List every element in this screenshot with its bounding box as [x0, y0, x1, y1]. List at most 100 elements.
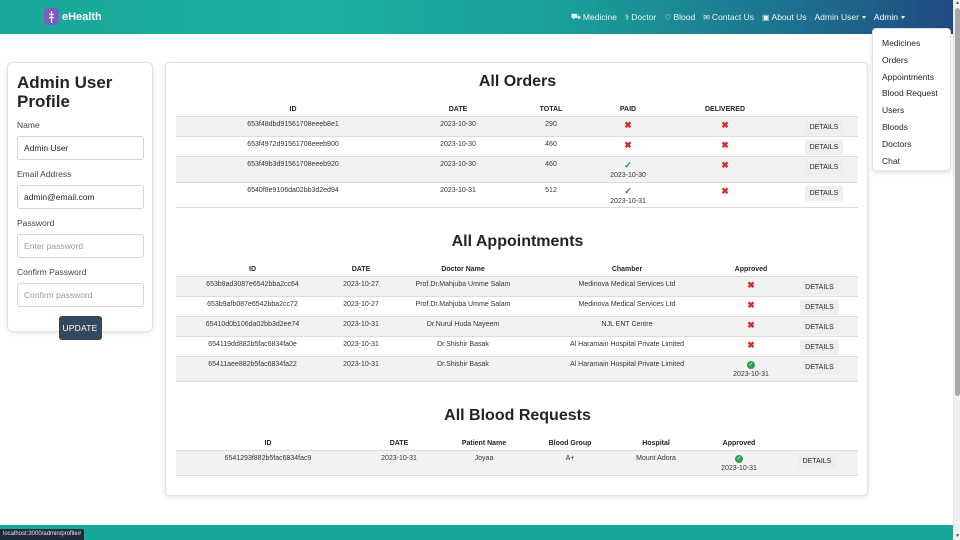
email-label: Email Address — [17, 169, 72, 179]
appointment-date: 2023-10-31 — [343, 361, 379, 368]
appointments-header-chamber: Chamber — [611, 265, 643, 273]
scroll-up-arrow-icon[interactable]: ▲ — [955, 1, 960, 6]
menu-item-appointments[interactable]: Appointments — [873, 69, 950, 86]
details-button[interactable]: DETAILS — [800, 340, 839, 355]
x-icon: ✖ — [721, 186, 729, 196]
appointment-action-cell: DETAILS — [781, 317, 858, 335]
appointment-id: 653b9ad3087e6542bba2cc64 — [206, 281, 299, 288]
order-paid-status-cell: ✖ — [596, 117, 660, 130]
appointments-header-row: ID DATE Doctor Name Chamber Approved — [176, 262, 858, 276]
menu-item-doctors[interactable]: Doctors — [873, 136, 950, 153]
details-button[interactable]: DETAILS — [800, 280, 839, 295]
order-action-cell: DETAILS — [790, 117, 858, 135]
nav-link-blood-label: Blood — [673, 12, 696, 22]
nav-link-medicine-label: Medicine — [582, 12, 617, 22]
table-row: 6540f8e9106da02bb3d2ed94 2023-10-31 512 ✓ 20… — [176, 182, 858, 208]
x-icon: ✖ — [721, 120, 729, 130]
truck-medical-icon: ⛟ — [570, 12, 581, 21]
appointment-id: 65410d0b106da02bb3d2ee74 — [205, 321, 300, 328]
blood-header-patient: Patient Name — [461, 439, 507, 447]
navbar: eHealth ⛟ Medicine ⚕ Doctor ♡ Blood ✉ Contac… — [0, 0, 953, 34]
update-button[interactable]: UPDATE — [58, 316, 102, 340]
admin-user-dropdown[interactable]: Admin User — [815, 12, 866, 22]
details-button[interactable]: DETAILS — [800, 320, 839, 335]
orders-header-total: TOTAL — [539, 105, 563, 113]
nav-links: ⛟ Medicine ⚕ Doctor ♡ Blood ✉ Contact Us ▣ Ab… — [571, 0, 905, 34]
table-row: 653f4972d91561708eeeb900 2023-10-30 460 ✖ ✖ D… — [176, 136, 858, 156]
order-total: 460 — [545, 161, 557, 168]
table-row: 6541293f882b5fac6834fac9 2023-10-31 Joyaa A… — [176, 450, 858, 476]
order-paid-status-cell: ✖ — [596, 137, 660, 150]
x-icon: ✖ — [624, 120, 632, 130]
x-icon: ✖ — [721, 160, 729, 170]
scroll-down-arrow-icon[interactable]: ▼ — [955, 534, 960, 539]
admin-dropdown[interactable]: Admin — [874, 12, 905, 22]
table-row: 65410d0b106da02bb3d2ee74 2023-10-31 Dr.Nur… — [176, 316, 858, 336]
details-button[interactable]: DETAILS — [804, 120, 844, 135]
blood-header-approved: Approved — [722, 439, 756, 447]
nav-link-doctor-label: Doctor — [631, 12, 657, 22]
admin-dropdown-menu: Medicines Orders Appointments Blood Requ… — [872, 28, 951, 171]
menu-item-blood-request[interactable]: Blood Request — [873, 85, 950, 102]
menu-item-bloods[interactable]: Bloods — [873, 119, 950, 136]
brand[interactable]: eHealth — [44, 8, 102, 25]
confirm-password-field[interactable]: Confirm password — [17, 283, 144, 307]
admin-label: Admin — [873, 12, 898, 22]
details-button[interactable]: DETAILS — [800, 300, 839, 315]
details-button[interactable]: DETAILS — [804, 186, 844, 201]
menu-item-chat[interactable]: Chat — [873, 153, 950, 170]
table-row: 653f48dbd91561708eeeb8e1 2023-10-30 290 ✖ ✖ D… — [176, 116, 858, 136]
menu-item-orders[interactable]: Orders — [873, 52, 950, 69]
appointments-header-doctor: Doctor Name — [441, 265, 485, 273]
table-row: 653b9afb087e6542bba2cc72 2023-10-27 Prof.D… — [176, 296, 858, 316]
orders-header-row: ID DATE TOTAL PAID DELIVERED — [176, 102, 858, 116]
chevron-down-icon — [901, 15, 905, 19]
order-paid-status-date: 2023-10-31 — [610, 198, 646, 205]
appointment-doctor: Prof.Dr.Mahjuba Umme Salam — [415, 301, 511, 308]
name-label: Name — [17, 120, 40, 130]
appointment-doctor: Dr.Shishir Basak — [437, 341, 489, 348]
scroll-thumb[interactable] — [955, 8, 960, 396]
order-paid-status-cell: ✓ 2023-10-31 — [596, 183, 660, 206]
appointment-chamber: Al Haramain Hospital Private Limited — [570, 341, 684, 348]
details-button[interactable]: DETAILS — [797, 454, 837, 469]
blood-request-date: 2023-10-31 — [381, 455, 417, 462]
appointment-action-cell: DETAILS — [781, 337, 858, 355]
table-row: 654119dd882b5fac6834fa0e 2023-10-31 Dr.Shi… — [176, 336, 858, 356]
email-field[interactable]: admin@email.com — [17, 185, 144, 209]
order-id: 6540f8e9106da02bb3d2ed94 — [247, 187, 339, 194]
password-field[interactable]: Enter password — [17, 234, 144, 258]
order-total: 512 — [545, 187, 557, 194]
blood-header-row: ID DATE Patient Name Blood Group Hospita… — [176, 436, 858, 450]
nav-link-about[interactable]: ▣ About Us — [762, 12, 807, 22]
name-field[interactable]: Admin User — [17, 136, 144, 160]
order-action-cell: DETAILS — [790, 137, 858, 155]
appointment-doctor: Dr.Shishir Basak — [437, 361, 489, 368]
status-bar-url: localhost:3000/admin/profile# — [0, 529, 85, 540]
appointment-doctor: Prof.Dr.Mahjuba Umme Salam — [415, 281, 511, 288]
page-scrollbar[interactable]: ▲ ▼ — [953, 0, 960, 540]
nav-link-blood[interactable]: ♡ Blood — [664, 12, 695, 22]
x-icon: ✖ — [721, 140, 729, 150]
nav-link-doctor[interactable]: ⚕ Doctor — [625, 12, 656, 22]
order-delivered-cell: ✖ — [660, 137, 790, 150]
order-total: 290 — [545, 121, 557, 128]
appointment-date: 2023-10-31 — [343, 341, 379, 348]
order-delivered-cell: ✖ — [660, 183, 790, 196]
menu-item-medicines[interactable]: Medicines — [873, 35, 950, 52]
details-button[interactable]: DETAILS — [800, 360, 839, 375]
x-icon: ✖ — [747, 280, 755, 290]
details-button[interactable]: DETAILS — [804, 160, 844, 175]
appointment-action-cell: DETAILS — [781, 277, 858, 295]
orders-header-delivered: DELIVERED — [704, 105, 746, 113]
nav-link-contact[interactable]: ✉ Contact Us — [703, 12, 754, 22]
appointment-approved-status-cell: ✓ 2023-10-31 — [721, 357, 781, 378]
menu-item-users[interactable]: Users — [873, 102, 950, 119]
caduceus-logo-icon — [44, 8, 59, 25]
order-id: 653f4972d91561708eeeb900 — [247, 141, 339, 148]
details-button[interactable]: DETAILS — [804, 140, 844, 155]
appointment-chamber: Medinova Medical Services Ltd — [578, 301, 676, 308]
nav-link-medicine[interactable]: ⛟ Medicine — [571, 12, 617, 22]
x-icon: ✖ — [747, 320, 755, 330]
stethoscope-icon: ⚕ — [624, 12, 630, 22]
